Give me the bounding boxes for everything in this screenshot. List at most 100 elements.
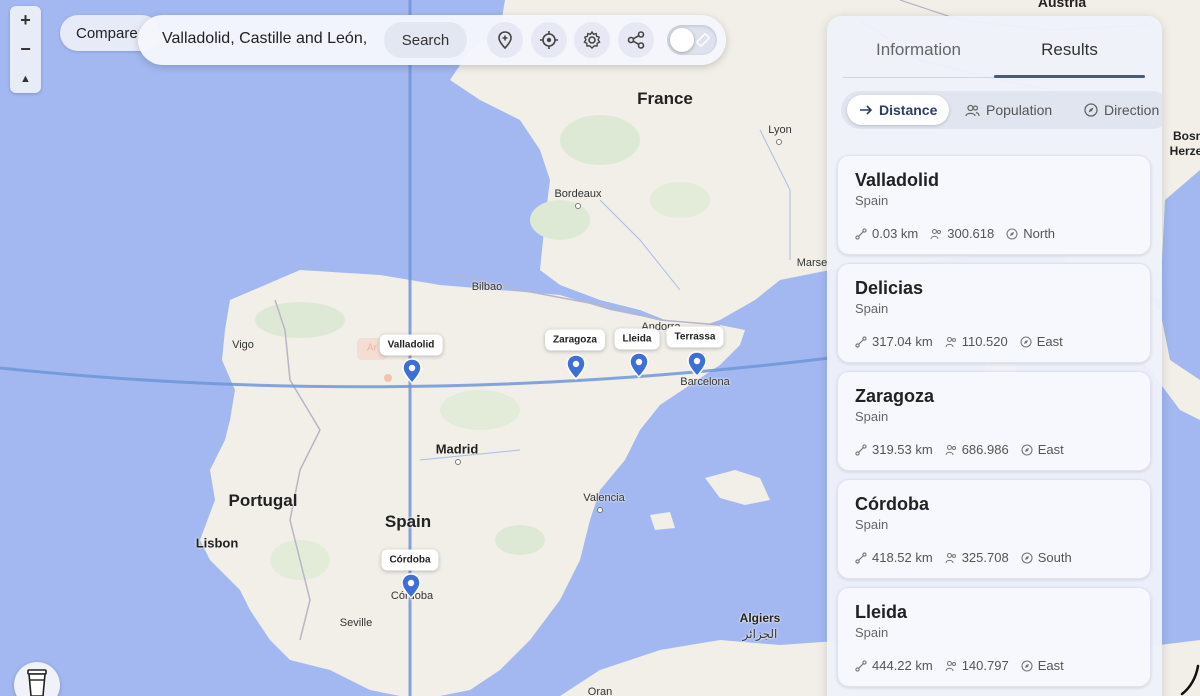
result-distance: 418.52 km	[872, 550, 933, 565]
search-bar: Valladolid, Castille and León, Search	[138, 15, 726, 65]
sort-population-label: Population	[986, 102, 1053, 118]
map-pin-icon[interactable]	[687, 351, 707, 377]
compass-icon	[1021, 551, 1033, 564]
city-dot	[455, 459, 461, 465]
reset-north-button[interactable]: ▲	[10, 64, 41, 93]
label-algiers-arabic: الجزائر	[742, 627, 778, 641]
route-icon	[855, 551, 867, 564]
zoom-out-button[interactable]: −	[10, 35, 41, 64]
label-barcelona: Barcelona	[680, 376, 730, 388]
label-bilbao: Bilbao	[471, 281, 503, 293]
result-name: Valladolid	[855, 170, 940, 190]
coffee-cup-icon	[27, 669, 47, 696]
marker-label-cordoba[interactable]: Córdoba	[381, 549, 439, 571]
toggle-knob	[670, 28, 694, 52]
map-pin-icon[interactable]	[566, 354, 586, 380]
sort-segmented-control: Distance Population Direction	[841, 91, 1162, 129]
label-spain: Spain	[384, 512, 432, 531]
marker-label-terrassa[interactable]: Terrassa	[666, 326, 724, 348]
label-faded-marker: Ar	[367, 342, 377, 354]
route-icon	[855, 659, 867, 672]
marker-label-valladolid[interactable]: Valladolid	[379, 334, 443, 356]
label-austria: Austria	[1037, 0, 1087, 10]
search-button[interactable]: Search	[384, 22, 467, 58]
result-stats: 444.22 km 140.797 East	[855, 658, 1076, 673]
zoom-control: + − ▲	[10, 6, 41, 93]
compass-icon	[1021, 443, 1033, 456]
sort-population-button[interactable]: Population	[965, 95, 1052, 125]
label-herzegovina: Herze	[1169, 144, 1200, 158]
result-distance: 319.53 km	[872, 442, 933, 457]
result-direction: East	[1037, 658, 1064, 673]
results-panel: Information Results Distance Population …	[827, 16, 1162, 696]
label-marseille: Marse	[796, 257, 828, 269]
resize-handle[interactable]	[1180, 664, 1200, 696]
map-pin-icon[interactable]	[629, 352, 649, 378]
result-country: Spain	[855, 193, 889, 208]
route-icon	[855, 443, 867, 456]
sort-direction-button[interactable]: Direction	[1084, 95, 1159, 125]
label-bosnia: Bosn	[1173, 129, 1200, 143]
add-pin-icon	[498, 31, 512, 50]
sort-distance-button[interactable]: Distance	[847, 95, 950, 125]
users-icon	[945, 444, 956, 455]
map-mode-toggle[interactable]	[667, 25, 717, 55]
result-name: Delicias	[855, 278, 924, 298]
map-pin-icon[interactable]	[402, 358, 422, 384]
add-location-button[interactable]	[487, 22, 523, 58]
marker-label-lleida[interactable]: Lleida	[614, 328, 660, 350]
users-icon	[945, 336, 956, 347]
label-portugal: Portugal	[228, 491, 298, 510]
ruler-icon	[696, 33, 710, 47]
route-icon	[855, 335, 867, 348]
result-card[interactable]: Valladolid Spain 0.03 km 300.618 North	[837, 155, 1151, 255]
label-france: France	[637, 89, 693, 108]
result-direction: East	[1036, 334, 1063, 349]
crosshair-icon	[540, 31, 558, 49]
result-stats: 319.53 km 686.986 East	[855, 442, 1076, 457]
marker-label-zaragoza[interactable]: Zaragoza	[545, 329, 605, 351]
result-population: 325.708	[961, 550, 1009, 565]
city-dot	[597, 507, 603, 513]
users-icon	[945, 660, 956, 671]
gear-icon	[583, 30, 601, 49]
compass-icon	[1006, 227, 1018, 240]
compass-icon	[1084, 103, 1098, 117]
result-country: Spain	[855, 625, 889, 640]
label-madrid: Madrid	[435, 441, 479, 457]
panel-tabs: Information Results	[843, 40, 1145, 78]
label-oran: Oran	[587, 686, 613, 696]
tab-results[interactable]: Results	[994, 40, 1145, 77]
compass-icon	[1021, 659, 1033, 672]
result-population: 686.986	[961, 442, 1009, 457]
tab-information[interactable]: Information	[843, 40, 994, 77]
result-name: Lleida	[855, 602, 908, 622]
label-valencia: Valencia	[583, 492, 625, 504]
locate-me-button[interactable]	[531, 22, 567, 58]
result-card[interactable]: Zaragoza Spain 319.53 km 686.986 East	[837, 371, 1151, 471]
result-distance: 317.04 km	[872, 334, 933, 349]
search-input[interactable]: Valladolid, Castille and León,	[162, 30, 367, 48]
label-seville: Seville	[339, 617, 373, 629]
map-pin-icon[interactable]	[401, 573, 421, 599]
share-icon	[627, 31, 645, 49]
result-country: Spain	[855, 409, 889, 424]
city-dot	[575, 203, 581, 209]
result-card[interactable]: Delicias Spain 317.04 km 110.520 East	[837, 263, 1151, 363]
result-stats: 317.04 km 110.520 East	[855, 334, 1075, 349]
users-icon	[965, 104, 980, 116]
result-direction: East	[1037, 442, 1064, 457]
city-dot	[776, 139, 782, 145]
route-icon	[855, 227, 867, 240]
settings-button[interactable]	[574, 22, 610, 58]
result-population: 110.520	[961, 334, 1008, 349]
result-card[interactable]: Córdoba Spain 418.52 km 325.708 South	[837, 479, 1151, 579]
result-name: Córdoba	[855, 494, 929, 514]
result-card[interactable]: Lleida Spain 444.22 km 140.797 East	[837, 587, 1151, 687]
sort-direction-label: Direction	[1104, 102, 1160, 118]
zoom-in-button[interactable]: +	[10, 6, 41, 35]
result-country: Spain	[855, 301, 889, 316]
compass-icon	[1020, 335, 1032, 348]
sort-distance-label: Distance	[879, 102, 938, 118]
share-button[interactable]	[618, 22, 654, 58]
